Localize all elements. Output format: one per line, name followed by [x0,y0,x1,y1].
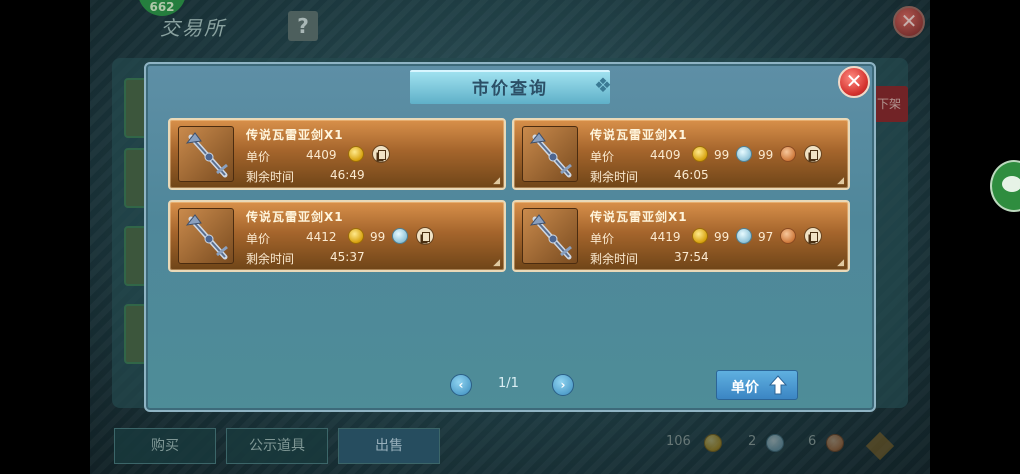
gold-coin-icon [692,228,708,244]
sort-button-label: 单价 [731,380,759,396]
item-thumbnail [178,208,234,264]
gold-coin-icon [692,146,708,162]
item-thumbnail [522,126,578,182]
copy-icon[interactable] [416,227,434,245]
gold-price: 4409 [306,148,337,162]
price-row: 单价 4409 [246,145,390,165]
left-letterbox [0,0,90,474]
price-label: 单价 [246,232,271,246]
sword-icon [529,132,572,178]
silver-coin-icon [736,228,752,244]
dialog-close-button[interactable]: ✕ [838,66,870,98]
corner-mark-icon: ◢ [837,258,844,268]
corner-mark-icon: ◢ [493,258,500,268]
copy-icon[interactable] [372,145,390,163]
silver-price: 99 [714,230,730,244]
sword-icon [529,214,572,260]
remaining-time-label: 剩余时间 [590,170,639,184]
gold-price: 4412 [306,230,337,244]
remaining-time-label: 剩余时间 [590,252,639,266]
price-row: 单价 4419 99 97 [590,227,822,247]
silver-price: 99 [370,230,386,244]
time-row: 剩余时间 46:05 [590,168,709,185]
gold-coin-icon [348,146,364,162]
dialog-title-bar: 市价查询 [410,70,610,104]
market-price-dialog: ❖ 市价查询 ❖ ✕ 传说瓦雷亚剑X1 单价 4409 剩余时间 46:49 ◢ [144,62,876,412]
gold-coin-icon [348,228,364,244]
sword-icon [185,214,228,260]
copy-icon[interactable] [804,145,822,163]
sword-icon [185,132,228,178]
dialog-title: 市价查询 [472,79,548,99]
sort-unit-price-button[interactable]: 单价 [716,370,798,400]
remaining-time: 46:05 [674,168,709,182]
remaining-time-label: 剩余时间 [246,170,295,184]
time-row: 剩余时间 37:54 [590,250,709,267]
remaining-time: 37:54 [674,250,709,264]
remaining-time: 45:37 [330,250,365,264]
item-thumbnail [522,208,578,264]
copy-icon[interactable] [804,227,822,245]
price-row: 单价 4409 99 99 [590,145,822,165]
next-page-button[interactable]: › [552,374,574,396]
item-name: 传说瓦雷亚剑X1 [246,128,344,142]
item-name: 传说瓦雷亚剑X1 [590,210,688,224]
title-ornament-right-icon: ❖ [594,73,612,97]
time-row: 剩余时间 45:37 [246,250,365,267]
item-name: 传说瓦雷亚剑X1 [590,128,688,142]
corner-mark-icon: ◢ [837,176,844,186]
listing-card[interactable]: 传说瓦雷亚剑X1 单价 4409 99 99 剩余时间 46:05 ◢ [512,118,850,190]
corner-mark-icon: ◢ [493,176,500,186]
time-row: 剩余时间 46:49 [246,168,365,185]
gold-price: 4409 [650,148,681,162]
remaining-time-label: 剩余时间 [246,252,295,266]
item-name: 传说瓦雷亚剑X1 [246,210,344,224]
price-label: 单价 [590,150,615,164]
listing-card[interactable]: 传说瓦雷亚剑X1 单价 4419 99 97 剩余时间 37:54 ◢ [512,200,850,272]
chat-bubble-button[interactable] [990,160,1020,212]
silver-coin-icon [736,146,752,162]
copper-coin-icon [780,228,796,244]
item-thumbnail [178,126,234,182]
remaining-time: 46:49 [330,168,365,182]
copper-coin-icon [780,146,796,162]
price-row: 单价 4412 99 [246,227,434,247]
chat-icon [1002,176,1020,192]
price-label: 单价 [590,232,615,246]
page-indicator: 1/1 [498,376,519,391]
sort-arrow-icon [769,375,787,395]
silver-coin-icon [392,228,408,244]
listing-card[interactable]: 传说瓦雷亚剑X1 单价 4409 剩余时间 46:49 ◢ [168,118,506,190]
price-label: 单价 [246,150,271,164]
copper-price: 97 [758,230,774,244]
copper-price: 99 [758,148,774,162]
gold-price: 4419 [650,230,681,244]
silver-price: 99 [714,148,730,162]
prev-page-button[interactable]: ‹ [450,374,472,396]
listing-card[interactable]: 传说瓦雷亚剑X1 单价 4412 99 剩余时间 45:37 ◢ [168,200,506,272]
